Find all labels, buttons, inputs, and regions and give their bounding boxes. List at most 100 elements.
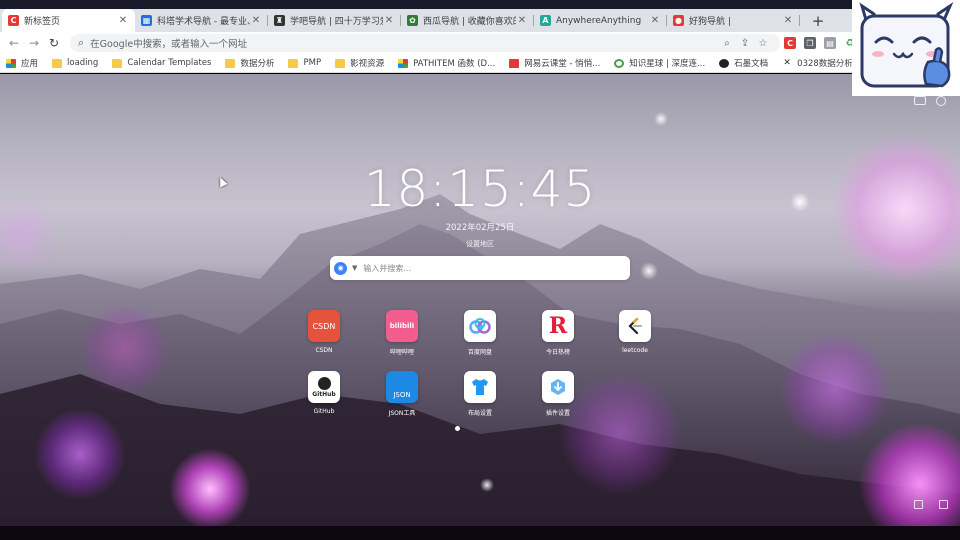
layout-icon[interactable] [939,500,948,509]
folder-icon [288,58,299,68]
bookmark-zsxq[interactable]: 知识星球 | 深度连... [614,57,705,69]
tab-xueba-nav[interactable]: ♜ 学吧导航 | 四十万学习爱好 ✕ [268,9,401,32]
new-tab-page: 18:15:45 2022年02月25日 设置地区 ◉ ▼ CSDN CSDN … [0,74,960,526]
app-label: 今日热榜 [545,349,570,356]
tab-close-icon[interactable]: ✕ [383,15,395,26]
page-indicator [455,426,460,431]
tab-favicon: A [540,15,551,26]
search-input[interactable] [363,263,614,273]
folder-icon [52,58,63,68]
bookmark-label: 影视资源 [350,59,385,69]
app-label: JSON工具 [388,410,416,417]
tab-favicon: ♜ [274,15,285,26]
bookmark-folder-pmp[interactable]: PMP [288,58,321,68]
tab-close-icon[interactable]: ✕ [782,15,794,26]
app-github[interactable]: GitHub GitHub [294,371,354,415]
gallery-icon[interactable] [914,500,923,509]
tab-label: 西瓜导航 | 收藏你喜欢的网 [423,17,516,27]
app-label: 插件设置 [545,410,570,417]
csdn-icon: CSDN [308,310,340,342]
bookmark-folder-data-analysis[interactable]: 数据分析 [225,57,274,69]
search-engine-icon[interactable]: ◉ [334,261,347,275]
bookmark-label: 石墨文档 [734,59,769,69]
baidu-netdisk-icon [464,310,496,342]
mountain-wallpaper [0,194,960,526]
netease-icon [509,58,520,68]
bookmark-label: PMP [303,58,322,68]
search-icon: ⌕ [78,36,85,49]
grid-extension-icon[interactable]: ▤ [820,33,840,53]
today-hot-icon: R [542,310,574,342]
search-box[interactable]: ◉ ▼ [330,256,630,280]
app-label: 布局设置 [467,410,492,417]
screen-bottom-strip [0,526,960,540]
app-leetcode[interactable]: leetcode [605,310,665,354]
bookmark-label: 知识星球 | 深度连... [629,59,706,69]
tab-label: 好狗导航 | [689,17,731,27]
chevron-down-icon[interactable]: ▼ [352,264,357,272]
app-layout-settings[interactable]: 布局设置 [450,371,510,417]
bookmark-folder-loading[interactable]: loading [52,58,98,68]
copy-extension-icon[interactable]: ❐ [800,33,820,53]
csdn-extension-icon[interactable]: C [780,33,800,53]
bookmark-label: 应用 [21,59,39,69]
page-dot[interactable] [455,426,460,431]
tab-close-icon[interactable]: ✕ [250,15,262,26]
app-today-hot[interactable]: R 今日热榜 [528,310,588,356]
app-plugin-settings[interactable]: 插件设置 [528,371,588,417]
bookmark-netease-study[interactable]: 网易云课堂 - 悄悄... [509,57,600,69]
settings-icon[interactable] [936,96,946,106]
bilibili-icon: bilibili [386,310,418,342]
back-arrow-icon[interactable]: ← [4,33,24,53]
bookmark-apps[interactable]: 应用 [6,57,38,69]
bottom-right-controls [914,500,948,509]
tab-xigua-nav[interactable]: ✿ 西瓜导航 | 收藏你喜欢的网 ✕ [401,9,534,32]
wallpaper-icon[interactable] [914,96,926,105]
clock-time: 18:15:45 [363,160,597,218]
app-bilibili[interactable]: bilibili 哔哩哔哩 [372,310,432,356]
app-label: 百度网盘 [467,349,492,356]
folder-icon [335,58,346,68]
screen-top-strip [0,0,960,9]
browser-toolbar: ← → ↻ ⌕ 在Google中搜索，或者输入一个网址 ⌕ ⇪ ☆ C ❐ ▤ … [0,32,960,54]
tab-favicon: ● [673,15,684,26]
bookmark-label: Calendar Templates [127,58,212,68]
bookmark-pathitem[interactable]: PATHITEM 函数 (D... [398,57,495,69]
apps-grid-icon [6,58,16,68]
bookmark-folder-calendar[interactable]: Calendar Templates [112,58,211,68]
new-tab-button[interactable]: + [806,9,830,32]
app-baidu-netdisk[interactable]: 百度网盘 [450,310,510,356]
tab-label: AnywhereAnything [556,15,642,26]
tab-haogou-nav[interactable]: ● 好狗导航 | ✕ [667,9,800,32]
share-icon[interactable]: ⇪ [736,38,754,49]
bookmark-star-icon[interactable]: ☆ [754,38,772,49]
bookmark-folder-movies[interactable]: 影视资源 [335,57,384,69]
bookmark-shimo[interactable]: 石墨文档 [719,57,768,69]
shimo-icon [719,58,730,68]
reload-icon[interactable]: ↻ [44,33,64,53]
zoom-search-icon[interactable]: ⌕ [718,38,736,49]
app-csdn[interactable]: CSDN CSDN [294,310,354,354]
address-bar[interactable]: ⌕ 在Google中搜索，或者输入一个网址 ⌕ ⇪ ☆ [70,34,780,52]
tab-label: 学吧导航 | 四十万学习爱好 [290,17,383,27]
address-bar-placeholder: 在Google中搜索，或者输入一个网址 [90,39,248,50]
app-label: CSDN [315,347,333,354]
set-location-link[interactable]: 设置地区 [0,239,960,249]
windows-logo-icon [398,58,409,68]
tab-keta-nav[interactable]: ▦ 科塔学术导航 - 最专业、最 ✕ [135,9,268,32]
tab-close-icon[interactable]: ✕ [649,15,661,26]
tab-favicon: ✿ [407,15,418,26]
bookmark-label: 网易云课堂 - 悄悄... [524,59,601,69]
tab-anywhere-anything[interactable]: A AnywhereAnything ✕ [534,9,667,32]
forward-arrow-icon[interactable]: → [24,33,44,53]
clock-date: 2022年02月25日 [445,223,515,233]
app-label: 哔哩哔哩 [389,349,414,356]
app-json-tool[interactable]: JSON JSON工具 [372,371,432,417]
app-label: leetcode [622,347,648,354]
tab-new-tab[interactable]: C 新标签页 ✕ [2,9,135,32]
tab-close-icon[interactable]: ✕ [516,15,528,26]
leetcode-icon [619,310,651,342]
tab-close-icon[interactable]: ✕ [117,15,129,26]
bookmark-label: PATHITEM 函数 (D... [413,59,496,69]
bookmarks-bar: 应用 loading Calendar Templates 数据分析 PMP 影… [0,54,960,73]
